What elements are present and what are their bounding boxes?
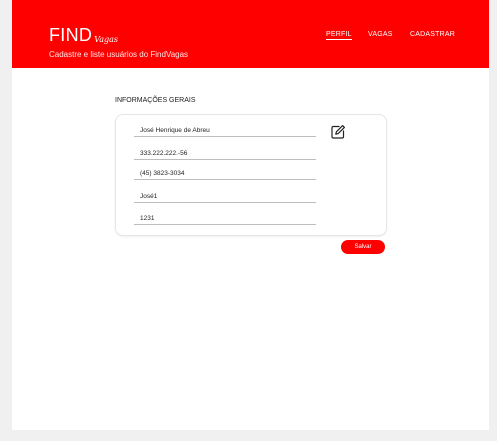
- header-subtitle: Cadastre e liste usuários do FindVagas: [49, 50, 189, 59]
- password-field[interactable]: [134, 213, 316, 225]
- section-title: INFORMAÇÕES GERAIS: [115, 97, 196, 104]
- username-field[interactable]: [134, 191, 316, 203]
- page: FIND Vagas Cadastre e liste usuários do …: [12, 0, 489, 430]
- nav: PERFIL VAGAS CADASTRAR: [12, 31, 489, 43]
- name-field[interactable]: [134, 125, 316, 137]
- header: FIND Vagas Cadastre e liste usuários do …: [12, 0, 489, 68]
- phone-field[interactable]: [134, 168, 316, 180]
- edit-icon[interactable]: [330, 124, 346, 140]
- nav-perfil[interactable]: PERFIL: [326, 31, 352, 40]
- profile-card: [115, 114, 387, 236]
- save-button[interactable]: Salvar: [341, 240, 385, 254]
- nav-cadastrar[interactable]: CADASTRAR: [410, 31, 455, 38]
- nav-vagas[interactable]: VAGAS: [368, 31, 393, 38]
- cpf-field[interactable]: [134, 148, 316, 160]
